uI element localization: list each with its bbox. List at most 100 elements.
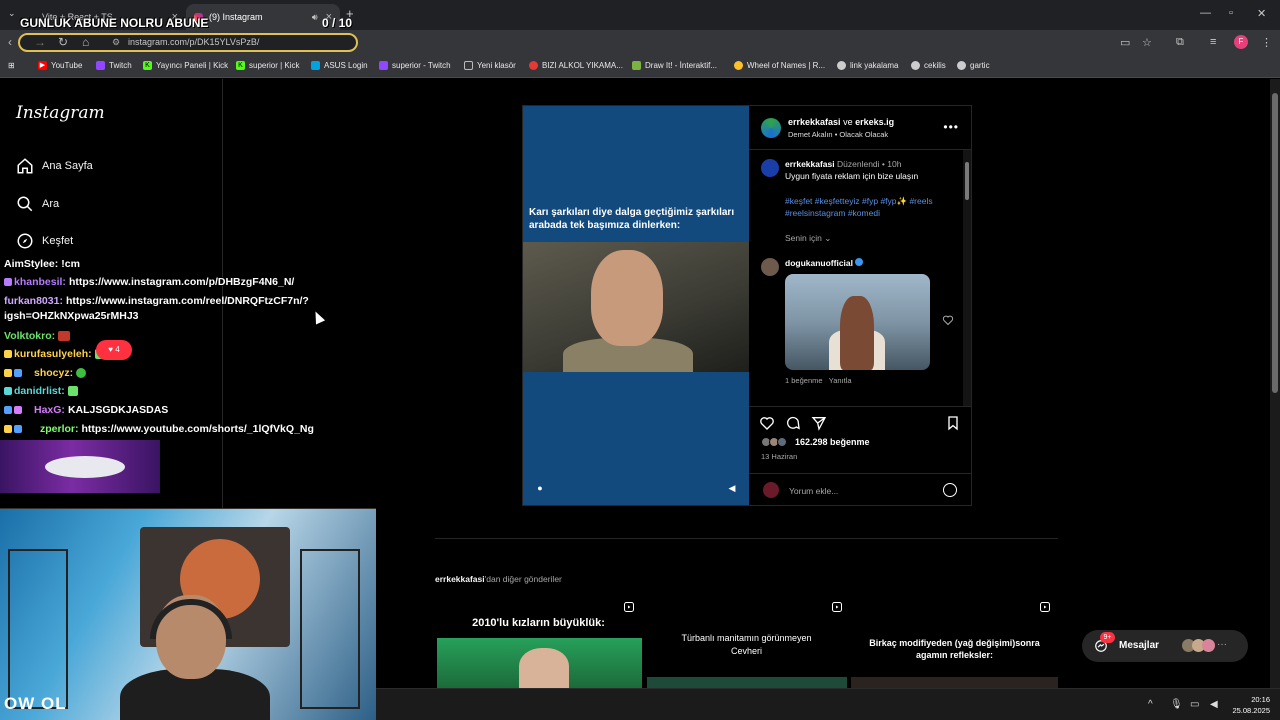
thumb-caption: Birkaç modifiyeden (yağ değişimi)sonra a… [869,638,1040,660]
taskbar-clock[interactable]: 20:16 25.08.2025 [1232,694,1270,716]
heart-icon: ♥ [108,345,114,354]
cast-icon[interactable]: ▭ [1120,36,1130,49]
bookmark-label: YouTube [51,61,83,70]
more-post-1[interactable]: 2010'lu kızların büyüklük: [435,597,642,688]
bookmark-alkol[interactable]: BIZI ALKOL YIKAMA... [529,61,623,70]
home-icon[interactable]: ⌂ [82,35,89,49]
user-tag-icon[interactable]: ● [533,481,547,495]
speaker-icon[interactable]: 🔊︎ [312,12,318,23]
share-icon[interactable] [811,415,827,431]
apps-grid-icon[interactable]: ⊞ [8,61,15,70]
chat-text: https://www.instagram.com/p/DHBzgF4N6_N/ [68,276,295,288]
reel-icon [832,602,842,612]
author-link[interactable]: errkekkafasi [788,117,841,127]
globe-icon [911,61,920,70]
bookmark-wheel[interactable]: Wheel of Names | R... [734,61,825,70]
chat-message: Volktokro: [4,330,72,342]
like-heart-icon[interactable] [759,415,775,431]
comments-scrollbar[interactable] [963,150,971,406]
forward-icon[interactable]: → [34,35,46,49]
window-close-icon[interactable]: ✕ [1257,7,1266,20]
avatar[interactable] [761,118,781,138]
globe-icon [837,61,846,70]
network-icon[interactable]: ▭ [1190,699,1199,710]
comment-likes[interactable]: 1 beğenme [785,376,823,385]
like-count[interactable]: 162.298 beğenme [795,437,870,447]
cam-shelf-left [8,549,68,709]
bookmark-label: cekilis [924,61,946,70]
reply-link[interactable]: Yanıtla [829,376,852,385]
more-post-2[interactable]: Türbanlı manitamın görünmeyen Cevheri [643,597,850,688]
tray-chevron-icon[interactable]: ^ [1148,699,1153,710]
bookmark-asus[interactable]: ASUS Login [311,61,368,70]
chat-user: kurufasulyeleh: [14,348,92,360]
caption-author[interactable]: errkekkafasi [785,159,835,169]
media-control-icon[interactable]: ≡ [1210,36,1216,48]
chat-user: furkan8031: [4,295,63,307]
volume-icon[interactable]: ◀︎ [1210,699,1218,710]
bookmark-label: Twitch [109,61,132,70]
url-input[interactable]: instagram.com/p/DK15YLVsPzB/ [18,33,358,52]
microphone-icon[interactable]: 🎙︎ [1170,699,1183,710]
extensions-icon[interactable]: ⧉ [1176,36,1184,49]
more-options-icon[interactable]: ••• [943,120,959,134]
commenter-name[interactable]: dogukanuofficial [785,258,864,268]
stream-logo: OW OL [4,694,67,713]
bookmark-kick-panel[interactable]: K Yayıncı Paneli | Kick [143,61,228,70]
menu-kebab-icon[interactable]: ⋮ [1261,36,1272,49]
comment-like-icon[interactable] [942,314,954,326]
bookmark-youtube[interactable]: ▶ YouTube [38,61,82,70]
minimize-icon[interactable]: — [1200,7,1211,19]
tab-instagram[interactable]: (9) Instagram 🔊︎ × [186,4,340,30]
author-avatar[interactable] [761,159,779,177]
bookmark-gartic[interactable]: gartic [957,61,990,70]
emoji-icon[interactable] [943,483,957,497]
bookmark-cekilis[interactable]: cekilis [911,61,946,70]
clock-date: 25.08.2025 [1232,706,1270,715]
tab-list-icon[interactable]: ⌄ [8,8,16,19]
bookmark-kick-superior[interactable]: Ksuperior | Kick [236,61,300,70]
chat-message-continued: igsh=OHZkNXpwa25rMHJ3 [4,310,139,322]
post-authors: errkekkafasi ve erkeks.ig [788,117,894,127]
bookmark-folder[interactable]: Yeni klasör [464,61,516,70]
bookmark-twitch[interactable]: Twitch [96,61,132,70]
back-icon[interactable]: ‹ [8,35,12,49]
more-posts-user[interactable]: errkekkafasi [435,574,485,584]
messages-button[interactable]: 9+ Mesajlar ··· [1082,630,1248,662]
nav-search[interactable]: Ara [16,195,59,213]
chat-user: khanbesil: [14,276,66,288]
page-scrollbar[interactable] [1270,79,1280,688]
bookmark-twitch-superior[interactable]: superior - Twitch [379,61,451,70]
chevron-down-icon: ⌄ [824,233,832,243]
profile-avatar[interactable]: F [1234,35,1248,49]
messages-badge: 9+ [1100,632,1115,643]
maximize-icon[interactable]: ▫ [1229,7,1233,19]
tab-label: (9) Instagram [209,12,263,22]
coauthor-link[interactable]: erkeks.ig [855,117,894,127]
more-post-3[interactable]: Birkaç modifiyeden (yağ değişimi)sonra a… [851,597,1058,688]
nav-explore[interactable]: Keşfet [16,232,73,250]
reel-video[interactable]: Karı şarkıları diye dalga geçtiğimiz şar… [523,106,749,505]
bookmark-link[interactable]: link yakalama [837,61,898,70]
nav-home[interactable]: Ana Sayfa [16,157,93,175]
for-you-label: Senin için [785,233,822,243]
hashtags[interactable]: #keşfet #keşfetteyiz #fyp #fyp✨ #reels #… [785,195,960,219]
site-info-icon[interactable]: ⚙ [112,37,120,48]
instagram-logo[interactable]: Instagram [16,103,105,123]
commenter-avatar[interactable] [761,258,779,276]
page-scroll-thumb[interactable] [1272,93,1278,393]
reload-icon[interactable]: ↻ [58,35,68,49]
comments-scroll-thumb[interactable] [965,162,969,200]
for-you-filter[interactable]: Senin için ⌄ [785,233,831,244]
site-icon [529,61,538,70]
sound-icon[interactable]: ◀︎ [725,481,739,495]
save-bookmark-icon[interactable] [945,415,961,431]
audio-track[interactable]: Demet Akalın • Olacak Olacak [788,130,888,139]
liker-avatar [777,437,787,447]
comment-input[interactable]: Yorum ekle... [789,486,838,496]
bookmark-drawit[interactable]: Draw It! - İnteraktif... [632,61,717,70]
bookmark-star-icon[interactable]: ☆ [1142,36,1152,49]
bookmark-label: link yakalama [850,61,899,70]
comment-icon[interactable] [785,415,801,431]
nav-label: Ara [42,198,60,210]
